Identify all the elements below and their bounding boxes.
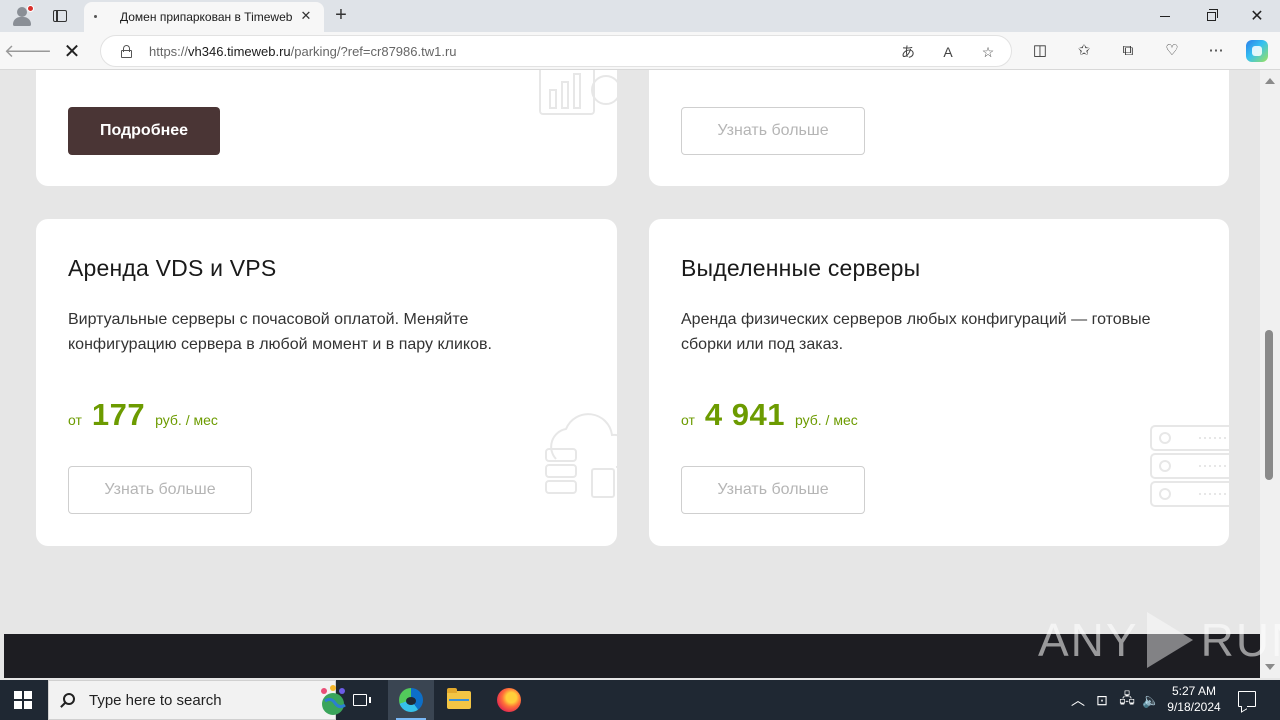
network-icon[interactable]: 🖧	[1116, 680, 1138, 720]
file-explorer-icon[interactable]	[436, 680, 482, 720]
taskbar-search-box[interactable]: Type here to search	[48, 680, 346, 720]
notifications-icon[interactable]	[1238, 691, 1256, 707]
new-tab-button[interactable]: +	[330, 4, 352, 26]
play-logo-icon	[1146, 612, 1193, 668]
favorites-icon[interactable]: ✩	[1072, 40, 1096, 62]
tab-close-icon[interactable]: ✕	[296, 6, 316, 26]
more-icon[interactable]: ⋯	[1204, 40, 1228, 62]
anyrun-watermark: ANY RUN	[1038, 612, 1280, 668]
search-placeholder: Type here to search	[89, 692, 222, 709]
lock-icon[interactable]	[121, 45, 132, 58]
tab-actions-icon[interactable]	[48, 4, 72, 28]
address-bar[interactable]: https://vh346.timeweb.ru/parking/?ref=cr…	[100, 35, 1012, 67]
collections-icon[interactable]: ⧉	[1116, 40, 1140, 62]
card-top-right: Узнать больше	[649, 70, 1229, 186]
tray-device-icon[interactable]: ⊡	[1092, 680, 1112, 720]
task-view-icon[interactable]	[337, 680, 383, 720]
price: от 4 941 руб. / мес	[681, 397, 858, 433]
learn-more-button-top[interactable]: Узнать больше	[681, 107, 865, 155]
split-screen-icon[interactable]: ◫	[1028, 40, 1052, 62]
server-rack-illustration-icon	[1149, 424, 1229, 516]
volume-icon[interactable]: 🔈	[1140, 680, 1162, 720]
tab-title: Домен припаркован в Timeweb	[120, 10, 293, 24]
firefox-icon[interactable]	[486, 680, 532, 720]
analytics-illustration-icon	[536, 70, 617, 130]
back-icon[interactable]: 🡐	[4, 38, 52, 64]
learn-more-button-vds[interactable]: Узнать больше	[68, 466, 252, 514]
price-amount: 177	[91, 397, 146, 432]
price-from: от	[68, 412, 82, 428]
card-top-left: Подробнее	[36, 70, 617, 186]
read-aloud-icon[interactable]: A	[937, 41, 959, 63]
card-title: Выделенные серверы	[681, 255, 921, 281]
profile-icon[interactable]	[10, 4, 34, 28]
url-text[interactable]: https://vh346.timeweb.ru/parking/?ref=cr…	[149, 44, 457, 59]
cloud-server-illustration-icon	[536, 409, 617, 509]
clock-date: 9/18/2024	[1167, 700, 1221, 714]
card-description: Аренда физических серверов любых конфигу…	[681, 311, 1151, 353]
page-viewport: Подробнее Узнать больше Аренда VDS и VPS…	[4, 70, 1260, 678]
windows-start-icon[interactable]	[14, 691, 32, 709]
details-button[interactable]: Подробнее	[68, 107, 220, 155]
watermark-right-text: RUN	[1200, 614, 1280, 666]
windows-taskbar: Type here to search ︿ ⊡ 🖧 🔈 5:27 AM 9/18…	[0, 680, 1280, 720]
page-scrollbar[interactable]	[1260, 70, 1280, 678]
window-maximize-button[interactable]	[1188, 0, 1234, 32]
learn-more-button-dedicated[interactable]: Узнать больше	[681, 466, 865, 514]
browser-toolbar: 🡐 ✕ https://vh346.timeweb.ru/parking/?re…	[0, 32, 1280, 70]
price-from: от	[681, 412, 695, 428]
card-title: Аренда VDS и VPS	[68, 255, 277, 281]
price-unit: руб. / мес	[794, 412, 858, 428]
price: от 177 руб. / мес	[68, 397, 218, 433]
active-tab[interactable]: Домен припаркован в Timeweb ✕	[84, 2, 324, 32]
browser-tab-bar: Домен припаркован в Timeweb ✕ + ✕	[0, 0, 1280, 32]
search-icon	[63, 693, 75, 705]
edge-taskbar-icon[interactable]	[388, 680, 434, 720]
favorite-star-icon[interactable]: ☆	[977, 41, 999, 63]
price-amount: 4 941	[704, 397, 785, 432]
price-unit: руб. / мес	[155, 412, 218, 428]
tab-favicon-icon	[94, 15, 97, 18]
scrollbar-thumb[interactable]	[1265, 330, 1273, 480]
copilot-icon[interactable]	[1246, 40, 1268, 62]
translate-icon[interactable]: あ	[897, 41, 919, 63]
window-close-button[interactable]: ✕	[1234, 0, 1280, 32]
tray-chevron-up-icon[interactable]: ︿	[1068, 680, 1088, 720]
watermark-left-text: ANY	[1038, 614, 1139, 666]
card-description: Виртуальные серверы с почасовой оплатой.…	[68, 311, 492, 353]
taskbar-clock[interactable]: 5:27 AM 9/18/2024	[1162, 683, 1226, 715]
card-dedicated-servers: Выделенные серверы Аренда физических сер…	[649, 219, 1229, 546]
performance-icon[interactable]: ♡	[1160, 40, 1184, 62]
window-minimize-button[interactable]	[1142, 0, 1188, 32]
stop-loading-icon[interactable]: ✕	[58, 38, 86, 64]
scroll-up-icon[interactable]	[1265, 78, 1275, 84]
clock-time: 5:27 AM	[1171, 684, 1217, 698]
card-vds-vps: Аренда VDS и VPS Виртуальные серверы с п…	[36, 219, 617, 546]
